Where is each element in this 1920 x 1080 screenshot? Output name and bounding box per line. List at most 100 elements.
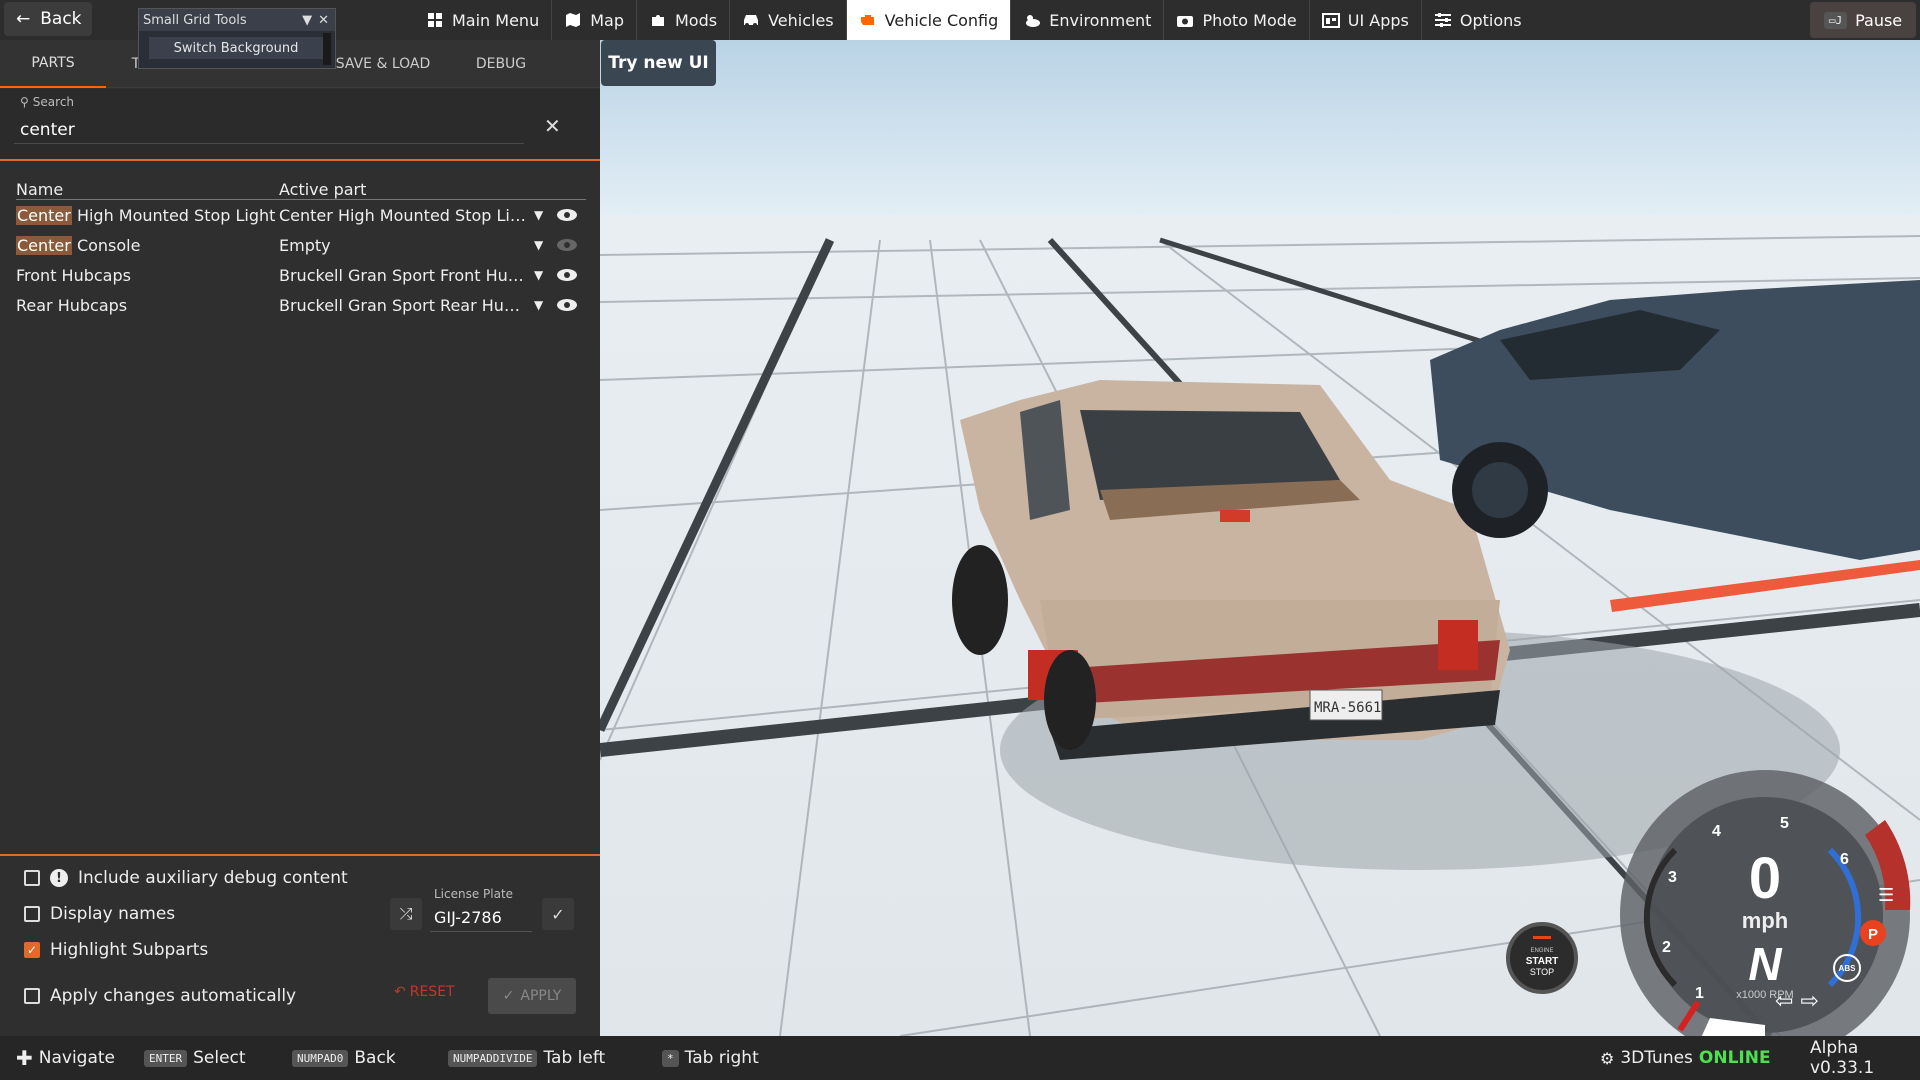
hint-tab-right: * Tab right [662, 1036, 759, 1080]
menu-options[interactable]: Options [1422, 0, 1534, 40]
version-label: Alpha v0.33.1 [1810, 1038, 1875, 1078]
3d-viewport[interactable]: MRA-5661 1 2 3 4 5 6 0 mph N x1000 RPM P… [600, 40, 1920, 1036]
option-display-names[interactable]: Display names [24, 904, 175, 924]
menu-main-menu[interactable]: Main Menu [414, 0, 553, 40]
speed-unit: mph [1742, 908, 1788, 933]
hint-select: ENTER Select [144, 1036, 246, 1080]
pause-button[interactable]: ▭J Pause [1810, 2, 1916, 38]
speed-value: 0 [1749, 846, 1781, 911]
dpad-icon: ✚ [16, 1046, 33, 1070]
col-header-name: Name [16, 180, 64, 199]
engine-icon [859, 11, 877, 29]
steam-icon: ⚙ [1600, 1048, 1615, 1068]
map-icon [564, 11, 582, 29]
eye-icon[interactable] [556, 268, 584, 282]
chevron-down-icon[interactable]: ▼ [534, 298, 556, 312]
part-name: Rear Hubcaps [16, 295, 128, 315]
back-button[interactable]: ← Back [4, 2, 92, 36]
highlight-subparts-checkbox[interactable]: ✓ [24, 942, 40, 958]
hint-back: NUMPAD0 Back [292, 1036, 396, 1080]
gear-indicator: N [1748, 938, 1782, 990]
popup-scrollbar[interactable] [323, 33, 331, 65]
turn-signal-icons: ⇦ ⇨ [1775, 989, 1819, 1014]
reset-button[interactable]: ↶ RESET [394, 984, 455, 1000]
main-menu-items: Main Menu Map Mods Vehicles Vehicle Conf… [414, 0, 1534, 40]
chevron-down-icon[interactable]: ▼ [534, 238, 556, 252]
close-icon[interactable]: ✕ [316, 13, 335, 28]
service-status: ⚙ 3DTunes ONLINE [1600, 1048, 1771, 1068]
hint-navigate: ✚ Navigate [16, 1046, 116, 1070]
car-icon [742, 11, 760, 29]
engine-label-3: STOP [1530, 967, 1554, 977]
active-part-select[interactable]: Empty [279, 236, 534, 255]
rpm-tick-1: 1 [1695, 985, 1704, 1002]
chevron-down-icon[interactable]: ▼ [534, 208, 556, 222]
popup-title: Small Grid Tools [143, 12, 247, 28]
aux-debug-checkbox[interactable] [24, 870, 40, 886]
shuffle-icon: ⤮ [399, 904, 413, 923]
license-plate-label: License Plate [434, 887, 514, 901]
part-name: Center Console [16, 235, 141, 255]
active-part-select[interactable]: Bruckell Gran Sport Front Hubcaps [279, 266, 534, 285]
license-plate-input[interactable]: GIJ-2786 [430, 902, 532, 932]
warning-icon: ! [50, 869, 68, 887]
menu-environment[interactable]: Environment [1011, 0, 1165, 40]
eye-icon[interactable] [556, 208, 584, 222]
sliders-icon [1434, 11, 1452, 29]
search-underline [14, 143, 524, 144]
shuffle-plate-button[interactable]: ⤮ [390, 898, 422, 930]
active-part-select[interactable]: Center High Mounted Stop Light [279, 206, 534, 225]
confirm-plate-button[interactable]: ✓ [542, 898, 574, 930]
option-apply-auto[interactable]: Apply changes automatically [24, 986, 296, 1006]
chevron-down-icon[interactable]: ▼ [534, 268, 556, 282]
display-names-checkbox[interactable] [24, 906, 40, 922]
search-input[interactable]: center [20, 120, 520, 140]
svg-text:P: P [1868, 926, 1878, 943]
engine-label-1: ENGINE [1530, 948, 1553, 954]
menu-photo-mode[interactable]: Photo Mode [1164, 0, 1310, 40]
menu-map[interactable]: Map [552, 0, 637, 40]
apply-button[interactable]: ✓ APPLY [488, 978, 576, 1014]
eye-icon[interactable] [556, 238, 584, 252]
menu-vehicle-config[interactable]: Vehicle Config [846, 0, 1012, 40]
grid-icon [426, 11, 444, 29]
menu-mods[interactable]: Mods [637, 0, 731, 40]
tab-parts[interactable]: PARTS [0, 40, 106, 88]
search-label: Search [32, 95, 75, 109]
small-grid-tools-popup: Small Grid Tools ▼ ✕ Switch Background [138, 8, 336, 69]
tab-debug[interactable]: DEBUG [448, 40, 554, 88]
option-highlight-subparts[interactable]: ✓ Highlight Subparts [24, 940, 208, 960]
rpm-tick-6: 6 [1840, 851, 1849, 868]
table-row[interactable]: Front Hubcaps Bruckell Gran Sport Front … [16, 260, 586, 290]
scene-illustration: MRA-5661 1 2 3 4 5 6 0 mph N x1000 RPM P… [600, 40, 1920, 1036]
option-aux-debug[interactable]: ! Include auxiliary debug content [24, 868, 348, 888]
weather-icon [1023, 11, 1041, 29]
plate-text: MRA-5661 [1314, 700, 1381, 716]
table-row[interactable]: Center Console Empty ▼ [16, 230, 586, 260]
active-part-select[interactable]: Bruckell Gran Sport Rear Hubcaps [279, 296, 534, 315]
menu-vehicles[interactable]: Vehicles [730, 0, 847, 40]
col-header-active-part: Active part [279, 180, 367, 199]
table-row[interactable]: Rear Hubcaps Bruckell Gran Sport Rear Hu… [16, 290, 586, 320]
check-icon: ✓ [551, 904, 565, 924]
headlight-icon: ☰ [1878, 885, 1894, 906]
try-new-ui-button[interactable]: Try new UI [601, 40, 716, 86]
hint-tab-left: NUMPADDIVIDE Tab left [448, 1036, 605, 1080]
asterisk-key: * [662, 1049, 679, 1067]
filter-icon[interactable]: ▼ [298, 13, 316, 28]
part-name: Center High Mounted Stop Light [16, 205, 276, 225]
part-name: Front Hubcaps [16, 265, 131, 285]
enter-key: ENTER [144, 1049, 188, 1067]
clear-search-icon[interactable]: ✕ [544, 114, 561, 138]
popup-header: Small Grid Tools ▼ ✕ [139, 9, 335, 31]
menu-ui-apps[interactable]: UI Apps [1310, 0, 1422, 40]
status-bar: ✚ Navigate ENTER Select NUMPAD0 Back NUM… [0, 1036, 1920, 1080]
switch-background-button[interactable]: Switch Background [149, 37, 323, 59]
check-icon: ✓ [502, 988, 515, 1004]
tab-save-load[interactable]: SAVE & LOAD [318, 40, 448, 88]
apply-auto-checkbox[interactable] [24, 988, 40, 1004]
engine-label-2: START [1526, 956, 1559, 967]
table-row[interactable]: Center High Mounted Stop Light Center Hi… [16, 200, 586, 230]
eye-icon[interactable] [556, 298, 584, 312]
svg-text:ABS: ABS [1839, 964, 1857, 973]
